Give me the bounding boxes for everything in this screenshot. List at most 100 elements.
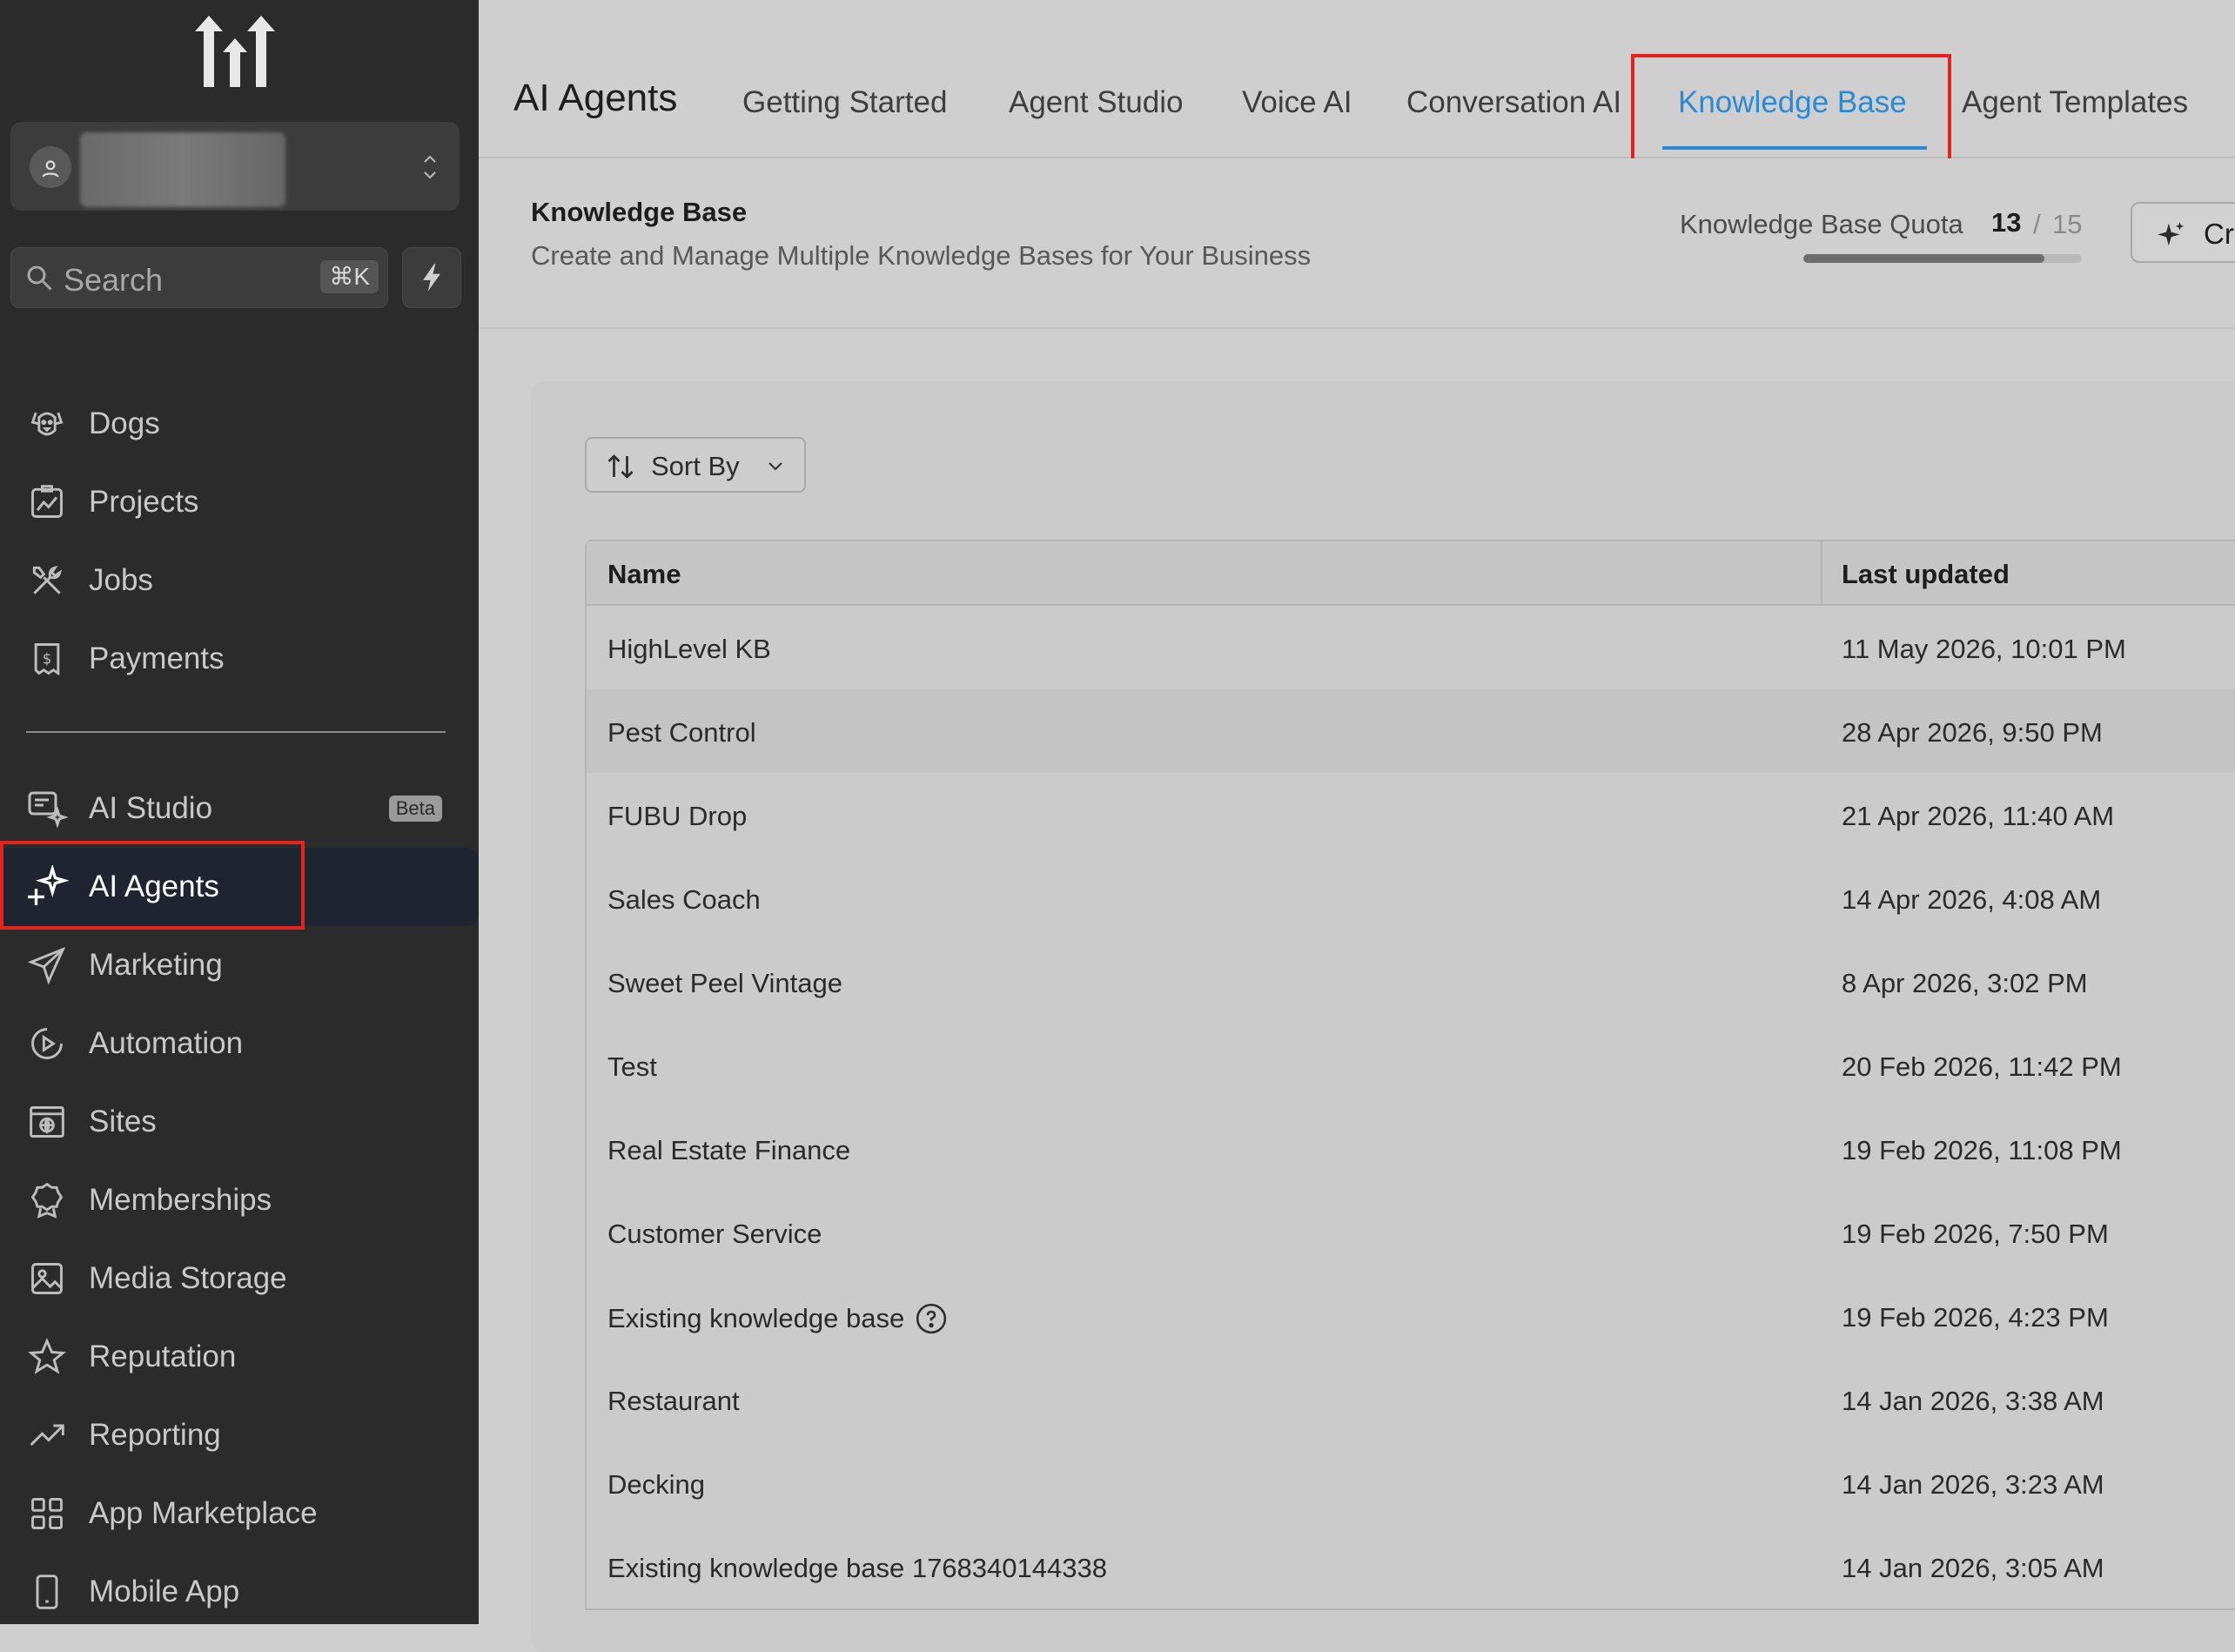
sidebar: Search ⌘K Dogs Projects Jobs $ Payments … <box>0 0 479 1624</box>
tab-voice-ai[interactable]: Voice AI <box>1242 85 1352 120</box>
sort-by-button[interactable]: Sort By <box>585 437 806 493</box>
row-last-updated: 14 Apr 2026, 4:08 AM <box>1842 884 2102 915</box>
column-header-name[interactable]: Name <box>607 559 681 590</box>
globe-icon <box>24 1099 70 1145</box>
image-icon <box>24 1256 70 1301</box>
award-icon <box>24 1178 70 1223</box>
create-button-label: Cr <box>2204 218 2234 250</box>
row-last-updated: 21 Apr 2026, 11:40 AM <box>1842 801 2115 831</box>
row-last-updated: 19 Feb 2026, 11:08 PM <box>1842 1135 2122 1165</box>
knowledge-base-table: Name Last updated HighLevel KB 11 May 20… <box>585 540 2235 1610</box>
tools-icon <box>24 558 70 603</box>
location-name-redacted <box>80 132 285 207</box>
phone-icon <box>24 1569 70 1615</box>
sidebar-item-label: Memberships <box>89 1183 272 1217</box>
sidebar-item-mobile-app[interactable]: Mobile App <box>0 1553 479 1624</box>
table-row[interactable]: Customer Service 19 Feb 2026, 7:50 PM <box>587 1191 2235 1274</box>
table-row[interactable]: Test 20 Feb 2026, 11:42 PM <box>587 1024 2235 1107</box>
sidebar-item-automation[interactable]: Automation <box>0 1004 479 1083</box>
quota-total: 15 <box>2052 209 2083 239</box>
row-name[interactable]: HighLevel KB <box>607 634 771 665</box>
row-name[interactable]: Decking <box>607 1469 705 1501</box>
sidebar-item-label: Mobile App <box>89 1575 240 1608</box>
table-row[interactable]: Real Estate Finance 19 Feb 2026, 11:08 P… <box>587 1107 2235 1191</box>
table-row[interactable]: Decking 14 Jan 2026, 3:23 AM <box>587 1441 2235 1525</box>
ai-studio-icon <box>24 786 70 831</box>
sidebar-item-memberships[interactable]: Memberships <box>0 1161 479 1239</box>
quota-label: Knowledge Base Quota <box>1680 209 1963 239</box>
create-knowledge-base-button[interactable]: Cr <box>2131 202 2235 263</box>
row-name[interactable]: Pest Control <box>607 717 756 749</box>
sidebar-item-app-marketplace[interactable]: App Marketplace <box>0 1474 479 1553</box>
sidebar-item-reputation[interactable]: Reputation <box>0 1318 479 1396</box>
sidebar-item-label: Automation <box>89 1026 244 1060</box>
sidebar-item-payments[interactable]: $ Payments <box>0 620 479 698</box>
sidebar-item-reporting[interactable]: Reporting <box>0 1396 479 1474</box>
column-separator <box>1821 541 1822 604</box>
table-row[interactable]: Sweet Peel Vintage 8 Apr 2026, 3:02 PM <box>587 940 2235 1024</box>
tab-getting-started[interactable]: Getting Started <box>742 85 947 120</box>
row-name[interactable]: Existing knowledge base <box>607 1303 904 1334</box>
row-name-with-help[interactable]: Existing knowledge base <box>607 1302 948 1335</box>
row-last-updated: 19 Feb 2026, 7:50 PM <box>1842 1219 2109 1249</box>
sidebar-item-jobs[interactable]: Jobs <box>0 541 479 620</box>
svg-text:$: $ <box>43 651 52 668</box>
beta-badge: Beta <box>388 796 442 822</box>
table-row[interactable]: HighLevel KB 11 May 2026, 10:01 PM <box>587 606 2235 689</box>
sidebar-item-label: Jobs <box>89 563 153 597</box>
quick-actions-button[interactable] <box>402 247 461 308</box>
table-row[interactable]: FUBU Drop 21 Apr 2026, 11:40 AM <box>587 773 2235 856</box>
sidebar-item-label: Marketing <box>89 948 223 982</box>
row-last-updated: 11 May 2026, 10:01 PM <box>1842 634 2126 664</box>
table-row[interactable]: Sales Coach 14 Apr 2026, 4:08 AM <box>587 856 2235 940</box>
row-name[interactable]: Test <box>607 1051 657 1083</box>
row-name[interactable]: FUBU Drop <box>607 801 747 832</box>
location-pin-icon <box>30 146 71 188</box>
section-subtitle: Create and Manage Multiple Knowledge Bas… <box>531 240 1312 271</box>
sidebar-item-projects[interactable]: Projects <box>0 463 479 541</box>
row-name[interactable]: Real Estate Finance <box>607 1135 850 1166</box>
row-name[interactable]: Restaurant <box>607 1386 740 1417</box>
location-switcher[interactable] <box>10 122 460 211</box>
projects-icon <box>24 480 70 525</box>
table-row[interactable]: Pest Control 28 Apr 2026, 9:50 PM <box>587 689 2235 773</box>
sidebar-item-media-storage[interactable]: Media Storage <box>0 1239 479 1318</box>
app-logo[interactable] <box>190 12 280 91</box>
row-name[interactable]: Existing knowledge base 1768340144338 <box>607 1553 1107 1584</box>
row-last-updated: 8 Apr 2026, 3:02 PM <box>1842 968 2088 998</box>
main-content: AI Agents Getting Started Agent Studio V… <box>479 0 2235 1652</box>
sidebar-item-marketing[interactable]: Marketing <box>0 926 479 1004</box>
chevron-updown-icon <box>424 155 436 179</box>
page-header: Knowledge Base Create and Manage Multipl… <box>479 158 2235 329</box>
tab-agent-studio[interactable]: Agent Studio <box>1009 85 1183 120</box>
search-icon <box>27 265 52 291</box>
help-circle-icon[interactable] <box>915 1302 948 1335</box>
row-last-updated: 14 Jan 2026, 3:05 AM <box>1842 1553 2104 1583</box>
sort-arrows-icon <box>607 454 634 479</box>
highlight-box-ai-agents <box>0 841 305 930</box>
tab-agent-templates[interactable]: Agent Templates <box>1962 85 2188 120</box>
section-title: Knowledge Base <box>531 197 748 227</box>
row-last-updated: 28 Apr 2026, 9:50 PM <box>1842 717 2103 748</box>
search-input[interactable]: Search ⌘K <box>10 247 388 308</box>
row-name[interactable]: Sweet Peel Vintage <box>607 968 842 999</box>
sparkle-icon <box>2158 222 2185 246</box>
table-row[interactable]: Existing knowledge base 19 Feb 2026, 4:2… <box>587 1274 2235 1358</box>
column-header-last-updated[interactable]: Last updated <box>1842 559 2010 590</box>
page-title: AI Agents <box>513 77 678 119</box>
sidebar-item-dogs[interactable]: Dogs <box>0 385 479 463</box>
sidebar-divider <box>26 731 446 733</box>
chevron-down-icon <box>768 462 782 471</box>
sidebar-item-label: Payments <box>89 641 225 675</box>
row-last-updated: 20 Feb 2026, 11:42 PM <box>1842 1051 2122 1082</box>
tab-conversation-ai[interactable]: Conversation AI <box>1406 85 1621 120</box>
sidebar-item-label: Projects <box>89 485 199 519</box>
table-row[interactable]: Existing knowledge base 1768340144338 14… <box>587 1525 2235 1608</box>
sidebar-item-ai-studio[interactable]: AI Studio Beta <box>0 769 479 848</box>
table-row[interactable]: Restaurant 14 Jan 2026, 3:38 AM <box>587 1358 2235 1441</box>
row-name[interactable]: Sales Coach <box>607 884 761 916</box>
sidebar-item-sites[interactable]: Sites <box>0 1083 479 1161</box>
quota-separator: / <box>2033 209 2041 239</box>
row-name[interactable]: Customer Service <box>607 1219 822 1250</box>
sort-by-label: Sort By <box>651 451 740 481</box>
